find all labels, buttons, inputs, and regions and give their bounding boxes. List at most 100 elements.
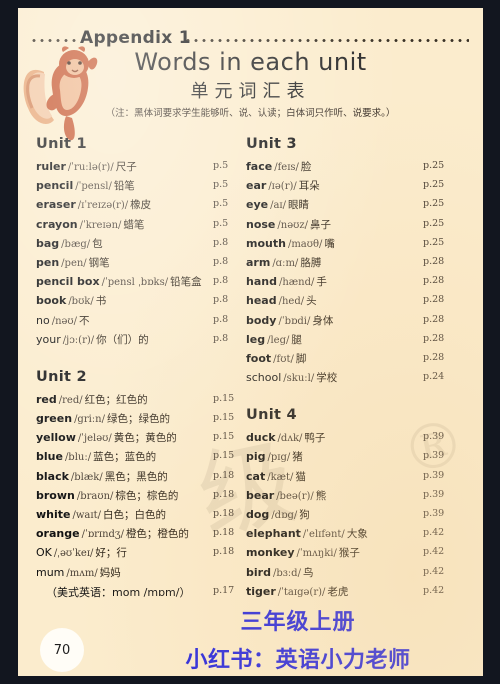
entry-translation: 橡皮: [130, 199, 152, 212]
unit-block: Unit 3 face/feɪs/脸 p.25 ear/ɪə(r)/耳朵 p.25 eye…: [246, 136, 462, 389]
page-number: 70: [40, 628, 84, 672]
page-title-en: Words in each unit: [134, 48, 367, 76]
entry-page-ref: p.42: [423, 584, 445, 596]
word-column-left: Unit 1 ruler/ˈruːlə(r)/尺子 p.5 pencil/ˈpensl…: [36, 136, 252, 621]
entry-page-ref: p.18: [213, 488, 235, 500]
entry-phonetic: /ˈelɪfənt/: [302, 529, 345, 541]
entry-phonetic: /aɪ/: [270, 200, 286, 212]
entry-page-ref: p.25: [423, 179, 445, 191]
entry-phonetic: /nəʊz/: [277, 219, 308, 231]
entry-phonetic: /ˌəʊˈkeɪ/: [53, 548, 94, 560]
word-entry-row: orange/ˈɒrɪndʒ/橙色；橙色的 p.18: [36, 526, 252, 545]
entry-phonetic: /dɒg/: [271, 510, 298, 521]
word-entry-row: pencil box/ˈpensl ˌbɒks/铅笔盒 p.8: [36, 274, 252, 293]
entry-translation: 不: [79, 314, 90, 327]
entry-phonetic: /ˈɒrɪndʒ/: [81, 529, 124, 541]
word-entry-row: no/nəʊ/不 p.8: [36, 313, 252, 332]
word-entry-row: elephant/ˈelɪfənt/大象 p.42: [246, 526, 462, 545]
entry-word: head: [246, 294, 277, 308]
unit-heading: Unit 4: [246, 407, 297, 424]
entry-page-ref: p.28: [423, 255, 445, 267]
entry-word: hand: [246, 275, 277, 289]
entry-phonetic: /ˈbɒdi/: [278, 315, 311, 327]
entry-word: bag: [36, 236, 60, 250]
entry-page-ref: p.18: [213, 527, 235, 539]
entry-word: book: [36, 294, 67, 308]
entry-page-ref: p.15: [213, 450, 235, 462]
dotted-rule-right: [184, 39, 469, 42]
word-entry-row: mum/mʌm/妈妈: [36, 565, 252, 584]
entry-translation: 白色；白色的: [102, 509, 166, 521]
entry-translation: 书: [95, 295, 107, 308]
entry-translation: 胳膊: [300, 256, 322, 269]
entry-translation: 你（们）的: [96, 333, 149, 346]
entry-page-ref: p.39: [423, 469, 445, 481]
entry-phonetic: /mʌm/: [66, 567, 98, 579]
entry-page-ref: p.39: [423, 508, 445, 519]
entry-page-ref: p.18: [213, 508, 235, 519]
word-entry-row: leg/leg/腿 p.28: [246, 332, 462, 351]
entry-translation: 橙色；橙色的: [125, 528, 189, 541]
word-entry-row: bird/bɜːd/鸟 p.42: [246, 565, 462, 584]
entry-phonetic: /bʊk/: [68, 296, 94, 308]
entry-page-ref: p.8: [213, 313, 229, 325]
word-entry-row: body/ˈbɒdi/身体 p.28: [246, 313, 462, 332]
entry-page-ref: p.42: [423, 546, 445, 558]
entry-phonetic: /ˈmʌŋki/: [296, 548, 337, 560]
word-entry-row: yellow/ˈjeləʊ/黄色；黄色的 p.15: [36, 430, 252, 449]
entry-translation: 红色；红色的: [84, 393, 148, 406]
unit-block: Unit 2 red/red/红色；红色的 p.15 green/griːn/绿色；绿…: [36, 369, 252, 603]
entry-translation: 猴子: [338, 547, 360, 560]
entry-page-ref: p.15: [213, 412, 235, 424]
entry-phonetic: /hed/: [278, 296, 305, 308]
entry-phonetic: /ˈruːlə(r)/: [67, 162, 114, 173]
entry-page-ref: p.5: [213, 179, 229, 191]
word-entry-row: duck/dʌk/鸭子 p.39: [246, 430, 462, 449]
entry-word: pencil box: [36, 275, 100, 289]
screenshot-root: 级 ® Appendix 1 Words in each unit 单元词汇表: [0, 0, 500, 684]
entry-phonetic: /maʊθ/: [287, 238, 323, 250]
word-entry-row: blue/bluː/蓝色；蓝色的 p.15: [36, 449, 252, 468]
entry-translation: 身体: [312, 314, 334, 327]
word-entry-row: book/bʊk/书 p.8: [36, 293, 252, 312]
entry-phonetic: /dʌk/: [277, 433, 303, 445]
promo-line-2: 小红书：英语小力老师: [185, 648, 411, 673]
word-entry-row: ruler/ˈruːlə(r)/尺子 p.5: [36, 159, 252, 178]
word-entry-row: head/hed/头 p.28: [246, 293, 462, 312]
entry-word: yellow: [36, 431, 76, 445]
entry-word: pen: [36, 255, 60, 269]
entry-word: monkey: [246, 546, 295, 560]
word-entry-row: bear/beə(r)/熊 p.39: [246, 488, 462, 507]
entry-word: crayon: [36, 217, 78, 231]
unit-heading: Unit 2: [36, 368, 87, 385]
entry-phonetic: /pen/: [61, 257, 87, 269]
word-entry-row: dog/dɒg/狗 p.39: [246, 507, 462, 526]
entry-translation: 头: [306, 295, 317, 308]
word-entry-row: green/griːn/绿色；绿色的 p.15: [36, 411, 252, 430]
entry-phonetic: /jɔː(r)/: [62, 334, 95, 346]
entry-word: duck: [246, 431, 276, 445]
entry-word: your: [36, 332, 61, 346]
entry-translation: 狗: [299, 509, 310, 521]
entry-translation: 老虎: [327, 585, 349, 598]
unit-heading: Unit 1: [36, 136, 87, 152]
entry-page-ref: p.5: [213, 198, 229, 210]
entry-word: elephant: [246, 527, 301, 541]
word-entry-row: black/blæk/黑色；黑色的 p.18: [36, 469, 252, 488]
entry-word: cat: [246, 469, 266, 483]
entry-translation: 嘴: [324, 237, 335, 250]
word-entry-row: cat/kæt/猫 p.39: [246, 469, 462, 488]
entry-translation: 铅笔盒: [170, 276, 202, 289]
entry-phonetic: /braʊn/: [76, 490, 114, 502]
entry-word: black: [36, 469, 69, 483]
entry-word: brown: [36, 488, 75, 502]
entry-page-ref: p.15: [213, 431, 235, 443]
entry-phonetic: /bɜːd/: [272, 567, 301, 579]
entry-phonetic: /ˈjeləʊ/: [77, 433, 112, 445]
entry-translation: 黑色；黑色的: [104, 470, 168, 483]
entry-translation: 手: [316, 276, 327, 289]
entry-translation: 包: [92, 237, 103, 250]
entry-phonetic: /ˈpensl/: [75, 181, 112, 193]
word-entry-row: pig/pɪg/猪 p.39: [246, 449, 462, 468]
entry-phonetic: /pɪg/: [267, 452, 291, 464]
